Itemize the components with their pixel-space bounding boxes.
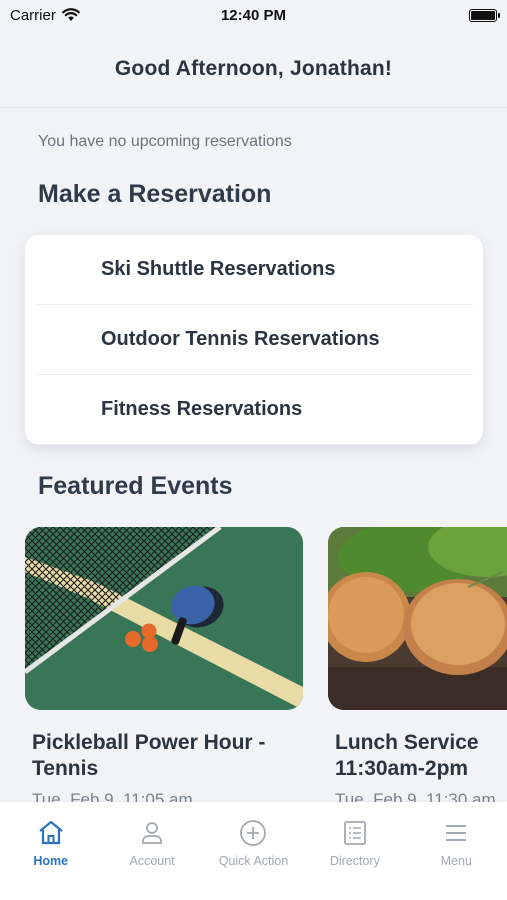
no-reservations-message: You have no upcoming reservations	[38, 133, 292, 150]
event-date: Tue, Feb 9, 11:05 am	[32, 790, 193, 802]
tab-quick-action[interactable]: Quick Action	[203, 818, 303, 900]
person-icon	[142, 822, 162, 844]
make-reservation-heading: Make a Reservation	[38, 180, 272, 208]
reservation-item-fitness[interactable]: Fitness Reservations	[35, 375, 473, 445]
wifi-icon	[61, 8, 80, 21]
reservation-item-ski-shuttle[interactable]: Ski Shuttle Reservations	[35, 235, 473, 305]
event-title: Lunch Service 11:30am-2pm	[335, 731, 479, 780]
greeting-title: Good Afternoon, Jonathan!	[114, 56, 393, 80]
tab-account[interactable]: Account	[102, 818, 202, 900]
tab-label: Home	[33, 854, 69, 868]
header: Good Afternoon, Jonathan!	[0, 30, 507, 108]
pickleball-image	[25, 527, 303, 710]
plus-circle-icon	[240, 820, 267, 846]
hamburger-icon	[446, 825, 467, 841]
lunch-image	[328, 527, 507, 710]
reservation-item-outdoor-tennis[interactable]: Outdoor Tennis Reservations	[35, 305, 473, 375]
tab-label: Directory	[329, 854, 380, 868]
carrier-label: Carrier	[10, 6, 56, 24]
home-icon	[38, 820, 63, 845]
tab-label: Quick Action	[218, 854, 289, 868]
event-date: Tue, Feb 9, 11:30 am	[335, 790, 496, 802]
tab-bar: Home Account Quick Action Directory Menu	[0, 802, 507, 900]
tab-directory[interactable]: Directory	[305, 818, 405, 900]
reservation-list: Ski Shuttle Reservations Outdoor Tennis …	[25, 235, 483, 445]
event-card-pickleball[interactable]: Pickleball Power Hour - Tennis Tue, Feb …	[25, 527, 303, 802]
tab-home[interactable]: Home	[1, 818, 101, 900]
tab-label: Account	[129, 854, 175, 868]
tab-menu[interactable]: Menu	[406, 818, 506, 900]
battery-icon	[469, 8, 500, 22]
event-card-lunch[interactable]: Lunch Service 11:30am-2pm Tue, Feb 9, 11…	[328, 527, 507, 802]
status-left: Carrier	[10, 7, 80, 24]
featured-events-carousel[interactable]: Pickleball Power Hour - Tennis Tue, Feb …	[0, 527, 507, 802]
event-title: Pickleball Power Hour - Tennis	[32, 731, 266, 780]
tab-label: Menu	[440, 854, 472, 868]
list-icon	[343, 821, 366, 845]
status-bar: Carrier 12:40 PM	[0, 0, 507, 30]
featured-events-heading: Featured Events	[38, 472, 233, 500]
